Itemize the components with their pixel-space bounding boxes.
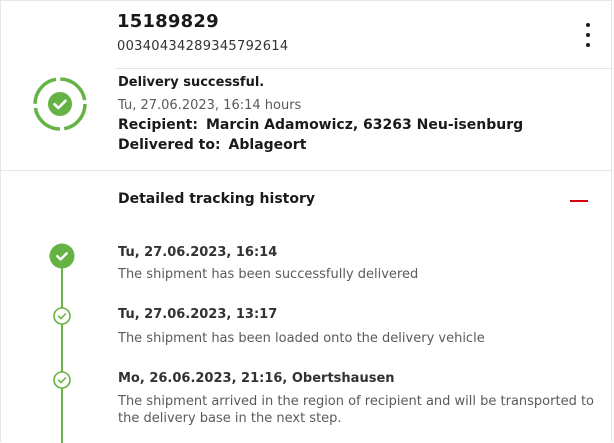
check-circle-icon (53, 371, 71, 389)
event-date: Mo, 26.06.2023, 21:16, Obertshausen (118, 371, 395, 386)
recipient-line: Recipient: Marcin Adamowicz, 63263 Neu-is… (118, 117, 523, 133)
event-date: Tu, 27.06.2023, 13:17 (118, 307, 278, 322)
timeline-line (61, 257, 63, 443)
tracking-history-title[interactable]: Detailed tracking history (118, 191, 315, 207)
recipient-label: Recipient: (118, 117, 198, 133)
divider (1, 170, 613, 171)
status-datetime: Tu, 27.06.2023, 16:14 hours (118, 98, 302, 113)
event-description: The shipment has been successfully deliv… (118, 267, 419, 282)
minus-icon (570, 200, 588, 202)
shipment-id: 15189829 (117, 11, 219, 32)
divider (115, 68, 613, 69)
recipient-value: Marcin Adamowicz, 63263 Neu-isenburg (205, 117, 524, 133)
delivered-to-line: Delivered to: Ablageort (118, 137, 306, 153)
shipment-header: 15189829 00340434289345792614 (1, 1, 613, 68)
tracking-number: 00340434289345792614 (117, 39, 289, 54)
event-description: The shipment has been loaded onto the de… (118, 331, 485, 346)
delivered-check-icon (33, 77, 87, 131)
delivered-to-value: Ablageort (228, 137, 307, 153)
kebab-dot (586, 43, 590, 47)
shipment-card: 15189829 00340434289345792614 Delivery s… (0, 0, 613, 443)
kebab-dot (586, 33, 590, 37)
more-options-icon[interactable] (579, 23, 597, 47)
check-circle-filled-icon (49, 243, 75, 269)
kebab-dot (586, 23, 590, 27)
status-title: Delivery successful. (118, 75, 265, 90)
event-description: The shipment arrived in the region of re… (118, 394, 595, 426)
check-circle-icon (53, 307, 71, 325)
delivered-to-label: Delivered to: (118, 137, 221, 153)
collapse-history-button[interactable] (567, 191, 591, 211)
event-date: Tu, 27.06.2023, 16:14 (118, 245, 278, 260)
